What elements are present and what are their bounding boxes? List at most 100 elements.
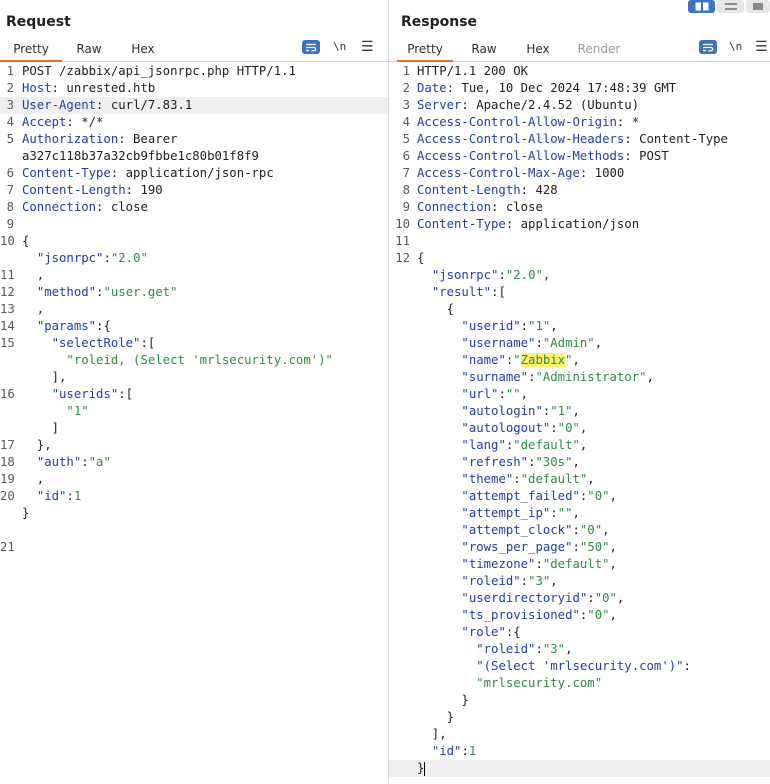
code-token: : close bbox=[491, 200, 543, 214]
code-token: "id" bbox=[36, 489, 67, 503]
code-text: "autologin":"1", bbox=[417, 403, 579, 420]
code-token: : POST bbox=[624, 149, 669, 163]
code-token: "rows_per_page" bbox=[461, 540, 573, 554]
code-line: ], bbox=[0, 369, 388, 386]
code-line: "userid":"1", bbox=[389, 318, 770, 335]
tab-raw[interactable]: Raw bbox=[70, 40, 108, 62]
code-line: "attempt_failed":"0", bbox=[389, 488, 770, 505]
code-token: "2.0" bbox=[110, 251, 148, 265]
code-text: }, bbox=[22, 437, 52, 454]
code-token: :[ bbox=[140, 336, 156, 350]
code-token: "default" bbox=[513, 438, 580, 452]
request-pane: Request Pretty Raw Hex \n ☰ 1 POST /zabbi… bbox=[0, 0, 388, 784]
code-token: : * bbox=[616, 115, 640, 129]
code-text: Connection: close bbox=[22, 199, 148, 216]
code-text: "attempt_clock":"0", bbox=[417, 522, 610, 539]
code-text: "username":"Admin", bbox=[417, 335, 602, 352]
code-token: : bbox=[683, 659, 691, 673]
code-line: "attempt_clock":"0", bbox=[389, 522, 770, 539]
tab-pretty[interactable]: Pretty bbox=[0, 40, 62, 62]
newline-toggle-button[interactable]: \n bbox=[729, 40, 742, 56]
code-token: : Content-Type bbox=[624, 132, 728, 146]
newline-toggle-button[interactable]: \n bbox=[333, 40, 346, 56]
code-token: , bbox=[609, 557, 617, 571]
line-number: 17 bbox=[0, 438, 15, 452]
code-line: 10 { bbox=[0, 233, 388, 250]
code-line: 1 HTTP/1.1 200 OK bbox=[389, 63, 770, 80]
code-line: "1" bbox=[0, 403, 388, 420]
line-number: 14 bbox=[0, 319, 15, 333]
code-text: "role":{ bbox=[417, 624, 521, 641]
wrap-lines-icon[interactable] bbox=[302, 40, 320, 54]
code-token: "theme" bbox=[461, 472, 514, 486]
code-token: "method" bbox=[36, 285, 97, 299]
code-line: a327c118b37a32cb9fbbe1c80b01f8f9 bbox=[0, 148, 388, 165]
code-token: , bbox=[22, 472, 45, 486]
code-token: ], bbox=[22, 370, 67, 384]
code-token: Accept bbox=[22, 115, 67, 129]
code-line: { bbox=[389, 301, 770, 318]
code-token: , bbox=[579, 421, 588, 435]
code-token: "auth" bbox=[36, 455, 82, 469]
code-token: { bbox=[22, 234, 30, 248]
code-token: "selectRole" bbox=[51, 336, 141, 350]
tab-hex[interactable]: Hex bbox=[124, 40, 162, 62]
code-token: } bbox=[417, 693, 469, 707]
code-token: : bbox=[587, 591, 595, 605]
wrap-lines-icon[interactable] bbox=[699, 40, 717, 54]
code-token: Content-Type bbox=[22, 166, 111, 180]
code-token: "autologout" bbox=[461, 421, 551, 435]
code-line: "id":1 bbox=[389, 743, 770, 760]
code-text: "refresh":"30s", bbox=[417, 454, 579, 471]
code-token: :{ bbox=[96, 319, 111, 333]
code-token: Connection bbox=[22, 200, 97, 214]
code-token: :{ bbox=[505, 625, 521, 639]
tab-pretty[interactable]: Pretty bbox=[397, 40, 453, 62]
code-token: , bbox=[594, 336, 603, 350]
code-token: , bbox=[565, 642, 573, 656]
code-text: } bbox=[417, 760, 426, 777]
code-token: , bbox=[602, 523, 610, 537]
code-text: Date: Tue, 10 Dec 2024 17:48:39 GMT bbox=[417, 80, 676, 97]
code-line: } bbox=[389, 760, 770, 777]
code-line: 9 bbox=[0, 216, 388, 233]
code-line: 11 , bbox=[0, 267, 388, 284]
code-line: "role":{ bbox=[389, 624, 770, 641]
line-number: 3 bbox=[402, 98, 410, 112]
code-token: : bbox=[572, 540, 580, 554]
hamburger-menu-icon[interactable]: ☰ bbox=[361, 40, 374, 56]
line-number: 2 bbox=[6, 81, 14, 95]
code-text: Access-Control-Allow-Origin: * bbox=[417, 114, 639, 131]
code-token: ], bbox=[417, 727, 447, 741]
hamburger-menu-icon[interactable]: ☰ bbox=[755, 40, 768, 56]
code-line: "mrlsecurity.com" bbox=[389, 675, 770, 692]
response-editor[interactable]: 1 HTTP/1.1 200 OK 2 Date: Tue, 10 Dec 2024 … bbox=[389, 63, 770, 784]
code-token: , bbox=[550, 319, 558, 333]
code-token: "jsonrpc" bbox=[36, 251, 104, 265]
request-editor[interactable]: 1 POST /zabbix/api_jsonrpc.php HTTP/1.1 2 H… bbox=[0, 63, 388, 784]
code-text: "params":{ bbox=[22, 318, 111, 335]
tab-raw[interactable]: Raw bbox=[465, 40, 503, 62]
code-token: : Apache/2.4.52 (Ubuntu) bbox=[461, 98, 640, 112]
code-token: : 190 bbox=[125, 183, 163, 197]
line-number: 15 bbox=[0, 336, 15, 350]
tab-hex[interactable]: Hex bbox=[519, 40, 557, 62]
code-line: 21 bbox=[0, 539, 388, 556]
code-text: } bbox=[417, 692, 469, 709]
line-number: 3 bbox=[6, 98, 14, 112]
code-token: "name" bbox=[461, 353, 506, 367]
code-text: Server: Apache/2.4.52 (Ubuntu) bbox=[417, 97, 639, 114]
code-text: "rows_per_page":"50", bbox=[417, 539, 617, 556]
code-line: 2 Date: Tue, 10 Dec 2024 17:48:39 GMT bbox=[389, 80, 770, 97]
tab-render[interactable]: Render bbox=[573, 40, 625, 62]
code-text: POST /zabbix/api_jsonrpc.php HTTP/1.1 bbox=[22, 63, 296, 80]
code-token: { bbox=[417, 302, 455, 316]
code-line: ] bbox=[0, 420, 388, 437]
code-token: , bbox=[572, 353, 580, 367]
code-token: , bbox=[609, 540, 617, 554]
code-token: } bbox=[22, 506, 30, 520]
